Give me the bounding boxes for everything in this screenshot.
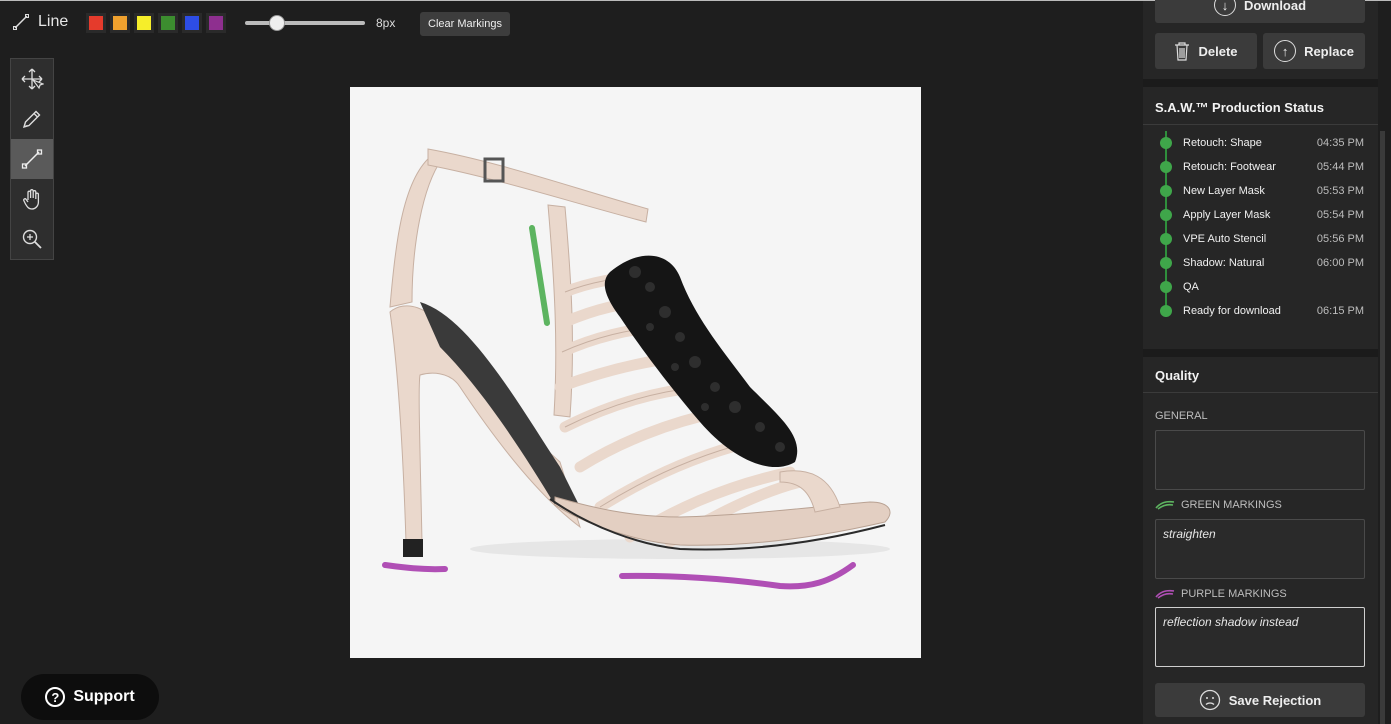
- panel-scrollbar[interactable]: [1380, 131, 1385, 724]
- support-label: Support: [73, 688, 135, 705]
- status-item-label: VPE Auto Stencil: [1183, 233, 1267, 245]
- general-label: GENERAL: [1155, 410, 1208, 422]
- pencil-tool-button[interactable]: [11, 99, 53, 139]
- download-icon: ↓: [1213, 0, 1236, 16]
- general-notes-input[interactable]: [1155, 430, 1365, 490]
- status-item: Retouch: Footwear 05:44 PM: [1143, 155, 1378, 179]
- brush-size-slider-knob[interactable]: [269, 15, 286, 31]
- status-item: Retouch: Shape 04:35 PM: [1143, 131, 1378, 155]
- status-item-time: 05:53 PM: [1316, 185, 1364, 197]
- status-item: Shadow: Natural 06:00 PM: [1143, 251, 1378, 275]
- line-icon: [21, 149, 43, 169]
- line-tool-icon: [13, 14, 29, 30]
- replace-button[interactable]: ↑ Replace: [1263, 33, 1365, 69]
- green-markings-label-text: GREEN MARKINGS: [1181, 499, 1282, 511]
- trash-icon: [1175, 42, 1190, 61]
- status-complete-dot: [1160, 305, 1172, 317]
- hand-icon: [23, 189, 40, 210]
- clear-markings-button[interactable]: Clear Markings: [420, 12, 510, 36]
- top-toolbar: Line 8px Clear Markings: [0, 1, 1140, 47]
- status-item-label: Shadow: Natural: [1183, 257, 1265, 269]
- status-item: New Layer Mask 05:53 PM: [1143, 179, 1378, 203]
- status-item: VPE Auto Stencil 05:56 PM: [1143, 227, 1378, 251]
- purple-markings-label-text: PURPLE MARKINGS: [1181, 588, 1287, 600]
- green-markings-label: GREEN MARKINGS: [1155, 499, 1282, 511]
- production-status-list: Retouch: Shape 04:35 PM Retouch: Footwear 0…: [1143, 131, 1378, 323]
- zoom-icon: [22, 229, 42, 249]
- tool-palette: [10, 58, 54, 260]
- status-complete-dot: [1160, 137, 1172, 149]
- status-complete-dot: [1160, 209, 1172, 221]
- replace-label: Replace: [1304, 43, 1354, 59]
- status-item-label: Apply Layer Mask: [1183, 209, 1271, 221]
- status-item: QA: [1143, 275, 1378, 299]
- hand-tool-button[interactable]: [11, 179, 53, 219]
- status-item-time: 04:35 PM: [1316, 137, 1364, 149]
- product-photo-sandal: [382, 148, 891, 590]
- status-item-time: 06:00 PM: [1316, 257, 1364, 269]
- move-tool-button[interactable]: [11, 59, 53, 99]
- color-swatch-green[interactable]: [158, 13, 178, 33]
- line-tool-button[interactable]: [11, 139, 53, 179]
- quality-heading: Quality: [1143, 359, 1378, 393]
- production-status-heading: S.A.W.™ Production Status: [1143, 91, 1378, 125]
- upload-icon: ↑: [1274, 40, 1297, 62]
- image-canvas[interactable]: [350, 87, 921, 658]
- status-complete-dot: [1160, 233, 1172, 245]
- color-swatches: [86, 13, 226, 33]
- help-icon: ?: [45, 687, 66, 707]
- status-item-label: New Layer Mask: [1183, 185, 1265, 197]
- status-complete-dot: [1160, 257, 1172, 269]
- status-item-label: QA: [1183, 281, 1199, 293]
- save-rejection-button[interactable]: Save Rejection: [1155, 683, 1365, 717]
- color-swatch-red[interactable]: [86, 13, 106, 33]
- status-item-time: 05:44 PM: [1316, 161, 1364, 173]
- pencil-icon: [22, 110, 41, 129]
- status-item-label: Ready for download: [1183, 305, 1281, 317]
- divider: [1143, 349, 1378, 357]
- right-panel: ↓ Download Delete ↑ Replace S.A.W.™ Prod…: [1143, 0, 1378, 724]
- color-swatch-blue[interactable]: [182, 13, 202, 33]
- green-brush-icon: [1155, 500, 1175, 510]
- color-swatch-orange[interactable]: [110, 13, 130, 33]
- download-label: Download: [1243, 0, 1307, 13]
- status-complete-dot: [1160, 281, 1172, 293]
- status-complete-dot: [1160, 185, 1172, 197]
- status-item: Ready for download 06:15 PM: [1143, 299, 1378, 323]
- move-icon: [21, 68, 44, 90]
- status-item-label: Retouch: Shape: [1183, 137, 1262, 149]
- color-swatch-yellow[interactable]: [134, 13, 154, 33]
- status-item-time: 05:56 PM: [1316, 233, 1364, 245]
- green-markings-input[interactable]: straighten: [1155, 519, 1365, 579]
- support-button[interactable]: ? Support: [21, 674, 159, 720]
- save-rejection-label: Save Rejection: [1228, 692, 1322, 708]
- brush-size-slider[interactable]: [245, 15, 365, 31]
- brush-size-label: 8px: [376, 16, 396, 30]
- general-label-text: GENERAL: [1155, 410, 1208, 422]
- color-swatch-purple[interactable]: [206, 13, 226, 33]
- status-item-time: 06:15 PM: [1316, 305, 1364, 317]
- status-complete-dot: [1160, 161, 1172, 173]
- purple-markings-label: PURPLE MARKINGS: [1155, 588, 1287, 600]
- status-item-label: Retouch: Footwear: [1183, 161, 1276, 173]
- delete-button[interactable]: Delete: [1155, 33, 1257, 69]
- purple-markings-input[interactable]: reflection shadow instead: [1155, 607, 1365, 667]
- sad-face-icon: [1199, 689, 1220, 711]
- status-item-time: 05:54 PM: [1316, 209, 1364, 221]
- download-button[interactable]: ↓ Download: [1155, 0, 1365, 23]
- app-window: Line 8px Clear Markings ? Support ↓ Down…: [0, 0, 1391, 724]
- purple-brush-icon: [1155, 589, 1175, 599]
- current-tool: Line: [12, 13, 68, 31]
- divider: [1143, 79, 1378, 87]
- zoom-tool-button[interactable]: [11, 219, 53, 259]
- current-tool-label: Line: [38, 13, 69, 30]
- status-item: Apply Layer Mask 05:54 PM: [1143, 203, 1378, 227]
- delete-label: Delete: [1198, 43, 1238, 59]
